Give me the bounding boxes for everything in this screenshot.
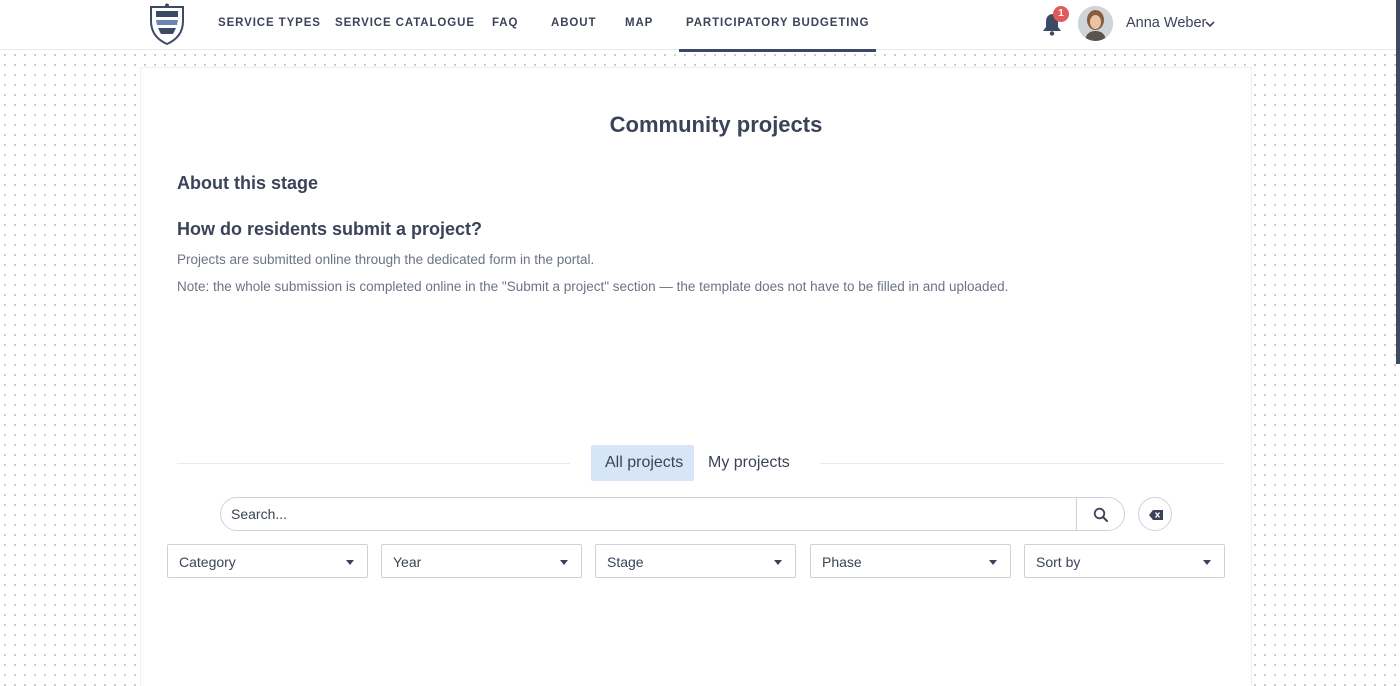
page-title: Community projects — [609, 112, 823, 137]
submit-question-heading: How do residents submit a project? — [177, 219, 483, 239]
stage-select[interactable]: Stage — [595, 544, 796, 578]
nav-service-catalogue[interactable]: SERVICE CATALOGUE — [335, 0, 475, 50]
phase-select[interactable]: Phase — [810, 544, 1011, 578]
content-card — [140, 67, 1252, 686]
tabs-divider-left — [177, 463, 570, 464]
search-icon — [1093, 507, 1108, 522]
nav-participatory-budgeting[interactable]: PARTICIPATORY BUDGETING — [678, 0, 877, 52]
caret-down-icon — [989, 560, 997, 565]
backspace-icon — [1149, 510, 1163, 520]
year-select-label: Year — [393, 554, 422, 570]
stage-select-label: Stage — [607, 554, 644, 570]
search-button[interactable] — [1076, 498, 1124, 530]
clear-search-button[interactable] — [1138, 497, 1172, 531]
phase-select-label: Phase — [822, 554, 862, 570]
caret-down-icon — [346, 560, 354, 565]
caret-down-icon — [1203, 560, 1211, 565]
avatar[interactable] — [1078, 6, 1113, 41]
nav-about[interactable]: ABOUT — [551, 0, 596, 50]
coat-of-arms-icon[interactable] — [148, 3, 186, 45]
user-photo — [1078, 6, 1113, 41]
tab-all-projects[interactable]: All projects — [591, 445, 694, 481]
scrollbar-thumb[interactable] — [1396, 0, 1400, 364]
nav-map[interactable]: MAP — [625, 0, 653, 50]
submission-paragraph: Projects are submitted online through th… — [177, 252, 595, 267]
search-input[interactable] — [231, 498, 1071, 530]
category-select-label: Category — [179, 554, 236, 570]
caret-down-icon — [774, 560, 782, 565]
notification-badge[interactable]: 1 — [1053, 6, 1069, 22]
tabs-divider-right — [820, 463, 1224, 464]
tab-my-projects[interactable]: My projects — [694, 445, 804, 481]
submission-note: Note: the whole submission is completed … — [177, 279, 1009, 294]
top-navigation: SERVICE TYPES SERVICE CATALOGUE FAQ ABOU… — [0, 0, 1396, 52]
about-stage-heading: About this stage — [177, 173, 319, 193]
chevron-down-icon[interactable] — [1204, 19, 1216, 29]
caret-down-icon — [560, 560, 568, 565]
category-select[interactable]: Category — [167, 544, 368, 578]
year-select[interactable]: Year — [381, 544, 582, 578]
search-box — [220, 497, 1125, 531]
nav-service-types[interactable]: SERVICE TYPES — [218, 0, 321, 50]
nav-faq[interactable]: FAQ — [492, 0, 518, 50]
sort-by-select-label: Sort by — [1036, 554, 1081, 570]
sort-by-select[interactable]: Sort by — [1024, 544, 1225, 578]
user-name[interactable]: Anna Weber — [1126, 15, 1206, 31]
